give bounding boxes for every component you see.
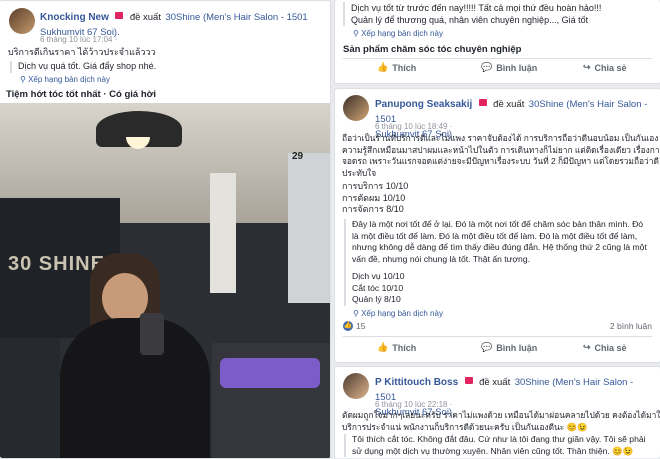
- thai-line: ถือว่าเป็นร้านที่บริการดีและไม่แพง ราคาจ…: [342, 133, 660, 143]
- rate-translation-label: Xếp hạng bản dịch này: [361, 309, 443, 318]
- translated-line-1: Dịch vụ tốt từ trước đến nay!!!!! Tất cả…: [351, 3, 602, 13]
- comment-icon: 💬: [481, 342, 493, 352]
- thai-line: จอดรถ เพราะวันแรกจอดแต่ง่ายจะมีปัญหาเรื่…: [342, 156, 659, 166]
- translated-line: sử dụng một dịch vụ thường xuyên. Nhân v…: [352, 445, 634, 456]
- rate-translation-label: Xếp hạng bản dịch này: [361, 29, 443, 38]
- avatar[interactable]: [343, 373, 369, 399]
- post-time[interactable]: 6 tháng 10 lúc 22:18 ·: [375, 400, 452, 409]
- like-reaction-icon: 👍: [343, 321, 353, 331]
- translated-line: vấn đề, nhưng nói chung là tốt. Thật ấn …: [352, 253, 530, 264]
- translated-text: Đây là một nơi tốt để ở lại. Đó là một n…: [344, 219, 652, 306]
- post-text-thai: ถือว่าเป็นร้านที่บริการดีและไม่แพง ราคาจ…: [342, 133, 660, 179]
- post-time[interactable]: 6 tháng 10 lúc 18:49 ·: [375, 122, 452, 131]
- translated-text: Dịch vụ tốt từ trước đến nay!!!!! Tất cả…: [343, 2, 601, 26]
- pillar: [210, 173, 236, 293]
- reaction-number: 15: [356, 321, 366, 331]
- recommend-icon: [478, 99, 487, 107]
- recommends-text: đề xuất: [479, 377, 511, 388]
- translated-line: Tôi thích cắt tóc. Không đắt đâu. Cứ như…: [352, 434, 646, 444]
- clipper-guards: [220, 358, 320, 388]
- calendar-number: 29: [292, 151, 304, 162]
- chair-area: [0, 338, 60, 458]
- notice-board: [288, 153, 330, 303]
- avatar[interactable]: [9, 8, 35, 34]
- like-label: Thích: [392, 62, 417, 73]
- comment-icon: 💬: [481, 62, 493, 72]
- like-label: Thích: [392, 342, 417, 353]
- comment-button[interactable]: 💬 Bình luận: [481, 342, 537, 353]
- translated-line: Đây là một nơi tốt để ở lại. Đó là một n…: [352, 219, 644, 229]
- salon-sign: 30 SHINE: [8, 253, 105, 275]
- avatar[interactable]: [343, 95, 369, 121]
- post-photo[interactable]: 30 SHINE 29: [0, 103, 330, 458]
- translated-line: nhưng không dễ dàng để tìm thấy điều đún…: [352, 242, 647, 252]
- rate-translation-link[interactable]: ⚲ Xếp hạng bản dịch này: [353, 29, 443, 38]
- rate-translation-label: Xếp hạng bản dịch này: [28, 75, 110, 84]
- translated-score: Dịch vụ 10/10: [352, 271, 405, 281]
- divider: [343, 58, 652, 59]
- share-icon: ↪: [583, 62, 591, 72]
- divider: [343, 336, 652, 337]
- author-name[interactable]: Knocking New: [40, 12, 109, 23]
- rate-translation-link[interactable]: ⚲ Xếp hạng bản dịch này: [20, 75, 110, 84]
- like-button[interactable]: 👍 Thích: [377, 62, 416, 73]
- share-label: Chia sẻ: [594, 342, 627, 353]
- translate-icon: ⚲: [353, 309, 359, 318]
- share-icon: ↪: [583, 342, 591, 352]
- recommend-icon: [464, 377, 473, 385]
- author-name[interactable]: P Kittitouch Boss: [375, 377, 458, 388]
- translate-icon: ⚲: [353, 29, 359, 38]
- post-time[interactable]: 6 tháng 10 lúc 17:04 ·: [40, 35, 117, 44]
- score-line: การตัดผม 10/10: [342, 192, 406, 203]
- score-line: การจัดการ 8/10: [342, 204, 404, 214]
- like-button[interactable]: 👍 Thích: [377, 342, 416, 353]
- page-link[interactable]: 30Shine (Men's Hair Salon - 1501: [165, 12, 307, 23]
- translated-line-2: Quản lý để thương quá, nhân viên chuyên …: [351, 15, 589, 25]
- rate-translation-link[interactable]: ⚲ Xếp hạng bản dịch này: [353, 309, 443, 318]
- top-right-card: Dịch vụ tốt từ trước đến nay!!!!! Tất cả…: [334, 0, 660, 84]
- share-button[interactable]: ↪ Chia sẻ: [583, 62, 627, 73]
- phone: [140, 313, 164, 355]
- thai-line: ความรู้สึกเหมือนมาสปาผมและหน้าไปในตัว กา…: [342, 144, 660, 155]
- comment-label: Bình luận: [496, 62, 538, 73]
- reaction-count[interactable]: 👍 15: [343, 321, 365, 331]
- bottom-right-card: P Kittitouch Boss đề xuất 30Shine (Men's…: [334, 366, 660, 458]
- thai-line: บริการประจำแน่ พนักงานก็บริการดีด้วยนะคร…: [342, 421, 588, 432]
- customer-body: [60, 318, 210, 458]
- post-text-thai: บริการดีเกินราคา ได้ว้าวประจำแล้ววว: [8, 47, 156, 57]
- recommend-icon: [115, 12, 124, 20]
- thai-scores: การบริการ 10/10 การตัดผม 10/10 การจัดการ…: [342, 181, 408, 216]
- share-label: Chia sẻ: [594, 62, 627, 73]
- translated-score: Cắt tóc 10/10: [352, 282, 404, 293]
- product-tag: Sản phẩm chăm sóc tóc chuyên nghiệp: [343, 44, 522, 55]
- translated-text: Tôi thích cắt tóc. Không đắt đâu. Cứ như…: [344, 434, 652, 457]
- post-caption: Tiệm hớt tóc tốt nhất · Có giá hời: [6, 89, 157, 100]
- like-icon: 👍: [377, 342, 389, 352]
- post-text-thai: ตัดผมถูกใจมากๆเลยนะครับ ราคาไม่แพงด้วย เ…: [342, 410, 660, 433]
- translate-icon: ⚲: [20, 75, 26, 84]
- share-button[interactable]: ↪ Chia sẻ: [583, 342, 627, 353]
- score-line: การบริการ 10/10: [342, 181, 409, 191]
- author-name[interactable]: Panupong Seaksakij: [375, 99, 472, 110]
- thai-line: ประทับใจ: [342, 167, 377, 178]
- like-icon: 👍: [377, 62, 389, 72]
- translated-line: là một điều tốt để làm. Đó là một điều t…: [352, 230, 638, 241]
- recommends-text: đề xuất: [493, 99, 525, 110]
- comment-label: Bình luận: [496, 342, 538, 353]
- thai-line: ตัดผมถูกใจมากๆเลยนะครับ ราคาไม่แพงด้วย เ…: [342, 410, 660, 420]
- mid-right-card: Panupong Seaksakij đề xuất 30Shine (Men'…: [334, 88, 660, 363]
- comment-button[interactable]: 💬 Bình luận: [481, 62, 537, 73]
- translated-score: Quản lý 8/10: [352, 294, 401, 304]
- translated-text: Dịch vụ quá tốt. Giá đẩy shop nhé.: [10, 61, 156, 73]
- recommends-text: đề xuất: [129, 12, 161, 23]
- left-post-card: Knocking New đề xuất 30Shine (Men's Hair…: [0, 0, 331, 459]
- comment-count-link[interactable]: 2 bình luận: [610, 321, 652, 331]
